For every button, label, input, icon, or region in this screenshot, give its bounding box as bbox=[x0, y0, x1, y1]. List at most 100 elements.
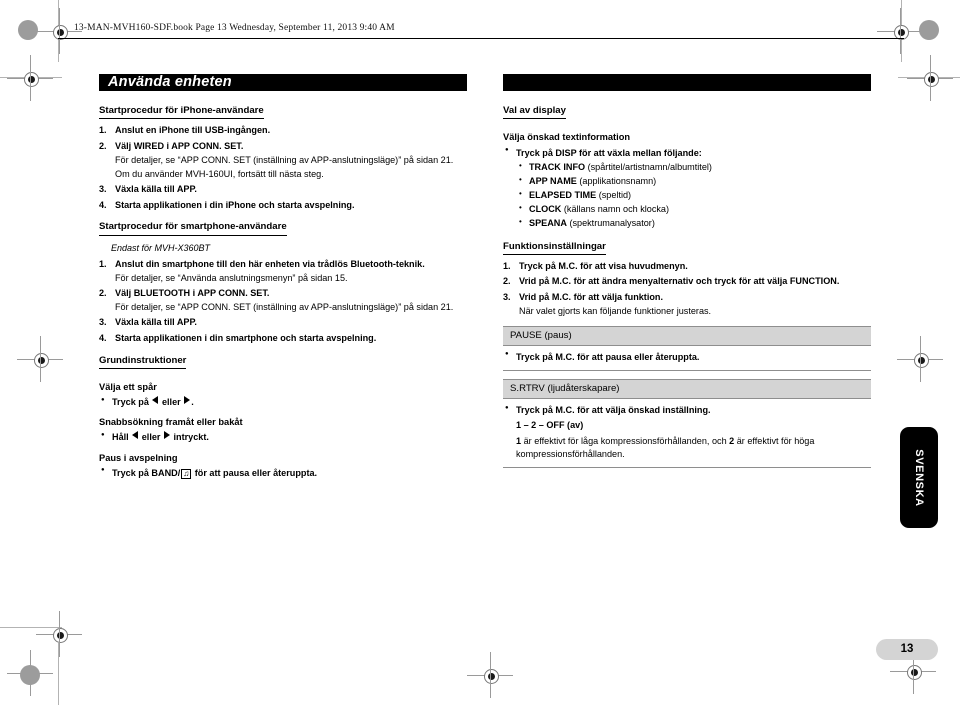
bullet-list: Tryck på M.C. för att välja önskad instä… bbox=[503, 404, 871, 417]
option-desc: (applikationsnamn) bbox=[579, 175, 657, 186]
subsection-title-select-track: Välja ett spår bbox=[99, 382, 157, 393]
option-desc: (speltid) bbox=[598, 190, 632, 201]
step-number: 3. bbox=[503, 291, 511, 302]
step-number: 4. bbox=[99, 199, 107, 210]
bullet-text-post: intryckt. bbox=[170, 432, 209, 443]
step-text: Välj BLUETOOTH i APP CONN. SET. bbox=[115, 287, 270, 298]
pause-key-icon: ♫ bbox=[181, 468, 192, 479]
step-number: 1. bbox=[503, 261, 511, 272]
step-item: 3. Vrid på M.C. för att välja funktion. … bbox=[503, 291, 871, 318]
arrow-left-icon bbox=[132, 431, 139, 440]
function-body-pause: Tryck på M.C. för att pausa eller återup… bbox=[503, 346, 871, 371]
right-column: Val av display Välja önskad textinformat… bbox=[503, 74, 871, 469]
step-detail: För detaljer, se “APP CONN. SET (inställ… bbox=[115, 154, 454, 165]
step-text: Starta applikationen i din smartphone oc… bbox=[115, 332, 377, 343]
option-name: CLOCK bbox=[529, 204, 562, 215]
bullet-item: Tryck på BAND/♫ för att pausa eller åter… bbox=[99, 466, 467, 480]
bullet-text-mid: eller bbox=[139, 432, 163, 443]
step-detail-secondary: Om du använder MVH-160UI, fortsätt till … bbox=[115, 168, 324, 179]
values-text: 1 – 2 – OFF (av) bbox=[516, 420, 584, 431]
explanation-mid: är effektivt för låga kompressionsförhål… bbox=[521, 436, 730, 447]
function-box-header-pause: PAUSE (paus) bbox=[503, 325, 871, 346]
display-option-item: ELAPSED TIME (speltid) bbox=[516, 188, 871, 202]
bullet-text: Tryck på M.C. för att välja önskad instä… bbox=[516, 405, 711, 416]
step-text: Anslut din smartphone till den här enhet… bbox=[115, 258, 425, 269]
language-tab-label: SVENSKA bbox=[913, 448, 925, 507]
chapter-title: Använda enheten bbox=[108, 74, 232, 90]
bullet-list: Tryck på M.C. för att pausa eller återup… bbox=[503, 350, 871, 364]
step-item: 2. Välj BLUETOOTH i APP CONN. SET. För d… bbox=[99, 287, 467, 314]
step-detail: För detaljer, se “Använda anslutningsmen… bbox=[115, 272, 348, 283]
step-list: 1. Tryck på M.C. för att visa huvudmenyn… bbox=[503, 260, 871, 318]
option-desc: (spektrumanalysator) bbox=[569, 218, 655, 229]
step-item: 2. Vrid på M.C. för att ändra menyaltern… bbox=[503, 275, 871, 288]
step-text: Vrid på M.C. för att ändra menyalternati… bbox=[519, 276, 840, 287]
left-column: Använda enheten Startprocedur för iPhone… bbox=[99, 74, 467, 482]
section-heading: Grundinstruktioner bbox=[99, 355, 187, 370]
step-list: 1. Anslut en iPhone till USB-ingången. 2… bbox=[99, 124, 467, 211]
step-number: 3. bbox=[99, 184, 107, 195]
step-text: Starta applikationen i din iPhone och st… bbox=[115, 199, 355, 210]
section-note: Endast för MVH-X360BT bbox=[111, 242, 211, 253]
bullet-text-pre: Tryck på BAND/ bbox=[112, 467, 181, 478]
step-item: 3. Växla källa till APP. bbox=[99, 183, 467, 196]
step-text: Anslut en iPhone till USB-ingången. bbox=[115, 125, 271, 136]
step-item: 1. Anslut en iPhone till USB-ingången. bbox=[99, 124, 467, 137]
bullet-text-pre: Tryck på bbox=[112, 397, 152, 408]
step-text: Vrid på M.C. för att välja funktion. bbox=[519, 291, 663, 302]
bullet-text-pre: Håll bbox=[112, 432, 132, 443]
display-option-item: CLOCK (källans namn och klocka) bbox=[516, 202, 871, 216]
function-title: PAUSE (paus) bbox=[510, 329, 572, 341]
arrow-right-icon bbox=[163, 431, 170, 440]
subsection-title-fast-search: Snabbsökning framåt eller bakåt bbox=[99, 417, 243, 428]
display-option-item: TRACK INFO (spårtitel/artistnamn/albumti… bbox=[516, 160, 871, 174]
chapter-banner-continuation bbox=[503, 74, 871, 91]
bullet-item: Tryck på M.C. för att välja önskad instä… bbox=[503, 404, 871, 417]
bullet-text-mid: eller bbox=[159, 397, 184, 408]
section-heading: Funktionsinställningar bbox=[503, 241, 606, 256]
step-detail: För detaljer, se “APP CONN. SET (inställ… bbox=[115, 301, 454, 312]
step-number: 2. bbox=[99, 140, 107, 151]
step-number: 3. bbox=[99, 317, 107, 328]
option-desc: (spårtitel/artistnamn/albumtitel) bbox=[587, 161, 712, 172]
language-tab: SVENSKA bbox=[900, 427, 938, 528]
bullet-text: Tryck på DISP för att växla mellan följa… bbox=[516, 147, 702, 158]
page-content: Använda enheten Startprocedur för iPhone… bbox=[0, 0, 960, 705]
chapter-banner: Använda enheten bbox=[99, 74, 467, 91]
option-name: SPEANA bbox=[529, 218, 567, 229]
section-display-selection: Val av display Välja önskad textinformat… bbox=[503, 104, 871, 231]
function-body-srtrv: Tryck på M.C. för att välja önskad instä… bbox=[503, 399, 871, 469]
step-item: 1. Tryck på M.C. för att visa huvudmenyn… bbox=[503, 260, 871, 273]
function-box-header-srtrv: S.RTRV (ljudåterskapare) bbox=[503, 378, 871, 400]
function-title: S.RTRV (ljudåterskapare) bbox=[510, 382, 620, 394]
bullet-item: Tryck på eller . bbox=[99, 396, 467, 409]
step-detail: När valet gjorts kan följande funktioner… bbox=[519, 305, 712, 316]
step-item: 4. Starta applikationen i din iPhone och… bbox=[99, 199, 467, 212]
bullet-item: Tryck på M.C. för att pausa eller återup… bbox=[503, 350, 871, 364]
section-smartphone-start: Startprocedur för smartphone-användare E… bbox=[99, 220, 467, 344]
step-number: 2. bbox=[99, 287, 107, 298]
step-text: Välj WIRED i APP CONN. SET. bbox=[115, 140, 244, 151]
bullet-list: Håll eller intryckt. bbox=[99, 431, 467, 444]
bullet-text-post: . bbox=[191, 397, 194, 408]
bullet-item: Håll eller intryckt. bbox=[99, 431, 467, 444]
display-option-item: APP NAME (applikationsnamn) bbox=[516, 174, 871, 188]
step-item: 2. Välj WIRED i APP CONN. SET. För detal… bbox=[99, 140, 467, 181]
step-number: 1. bbox=[99, 125, 107, 136]
step-item: 3. Växla källa till APP. bbox=[99, 316, 467, 329]
function-explanation: 1 är effektivt för låga kompressionsförh… bbox=[516, 435, 871, 461]
step-list: 1. Anslut din smartphone till den här en… bbox=[99, 258, 467, 345]
step-text: Tryck på M.C. för att visa huvudmenyn. bbox=[519, 261, 688, 272]
page-number: 13 bbox=[876, 639, 938, 660]
bullet-list: Tryck på DISP för att växla mellan följa… bbox=[503, 146, 871, 231]
section-heading: Val av display bbox=[503, 105, 566, 120]
step-number: 1. bbox=[99, 258, 107, 269]
arrow-left-icon bbox=[152, 396, 159, 405]
bullet-item: Tryck på DISP för att växla mellan följa… bbox=[503, 146, 871, 231]
section-heading: Startprocedur för smartphone-användare bbox=[99, 221, 287, 236]
display-option-item: SPEANA (spektrumanalysator) bbox=[516, 216, 871, 230]
bullet-text: Tryck på M.C. för att pausa eller återup… bbox=[516, 351, 700, 362]
function-values: 1 – 2 – OFF (av) bbox=[516, 419, 871, 432]
step-number: 4. bbox=[99, 332, 107, 343]
display-option-list: TRACK INFO (spårtitel/artistnamn/albumti… bbox=[516, 160, 871, 231]
